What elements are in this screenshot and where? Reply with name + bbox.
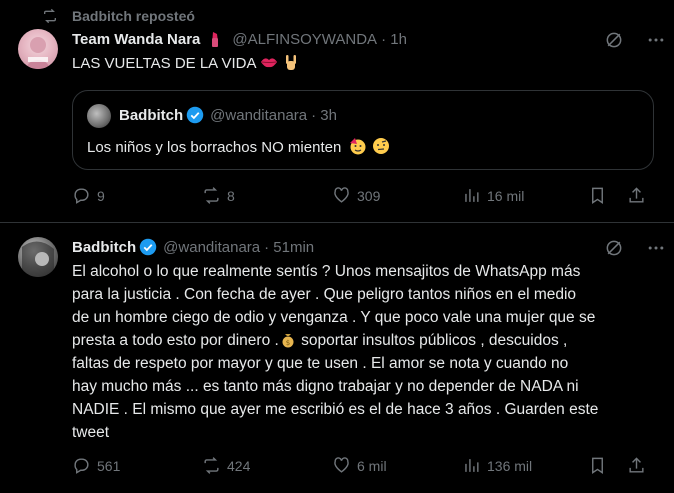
repost-button[interactable]: 424	[202, 456, 332, 475]
tweet-top-actions	[604, 30, 666, 50]
avatar-image	[26, 37, 50, 69]
svg-text:$: $	[286, 339, 290, 347]
tweet-line: hay mucho más ... es tanto más digno tra…	[72, 378, 579, 395]
like-button[interactable]: 309	[332, 186, 462, 205]
raised-eyebrow-emoji-icon	[372, 137, 390, 155]
quote-text: Los niños y los borrachos NO mienten	[87, 136, 390, 159]
tweet-line: tweet	[72, 424, 110, 441]
repost-count: 8	[227, 187, 235, 204]
reply-count: 9	[97, 187, 105, 204]
repost-label: Badbitch reposteó	[72, 8, 195, 24]
tweet-top-actions	[604, 238, 666, 258]
bookmark-icon[interactable]	[588, 456, 607, 475]
reply-button[interactable]: 561	[72, 456, 202, 475]
repost-icon	[44, 8, 56, 24]
lipstick-emoji-icon	[206, 30, 224, 48]
share-icon[interactable]	[627, 186, 646, 205]
views-icon	[465, 459, 479, 472]
views-count: 16 mil	[487, 187, 525, 204]
display-name[interactable]: Badbitch	[72, 239, 136, 256]
like-icon	[334, 187, 349, 203]
views-icon	[465, 189, 479, 202]
tweet-text-content: LAS VUELTAS DE LA VIDA	[72, 55, 256, 72]
display-name[interactable]: Team Wanda Nara	[72, 31, 200, 48]
tweet-line-part: presta a todo esto por dinero .	[72, 332, 279, 349]
reply-icon	[74, 458, 89, 474]
tweet-line: presta a todo esto por dinero . $ soporta…	[72, 329, 662, 352]
secondary-actions	[588, 456, 646, 475]
lips-emoji-icon	[260, 53, 278, 71]
tweet-line: NADIE . El mismo que ayer me escribió es…	[72, 401, 599, 418]
repost-button[interactable]: 8	[202, 186, 332, 205]
like-icon	[334, 457, 349, 473]
tweet-text: LAS VUELTAS DE LA VIDA	[72, 52, 300, 75]
tweet-line: El alcohol o lo que realmente sentís ? U…	[72, 263, 581, 280]
tweet-text: El alcohol o lo que realmente sentís ? U…	[72, 260, 662, 444]
quote-handle[interactable]: @wanditanara	[210, 107, 307, 124]
tweet-line-part: soportar insultos públicos , descuidos ,	[296, 332, 568, 349]
reply-icon	[74, 188, 89, 204]
repost-icon	[204, 457, 219, 474]
tweet-header: Team Wanda Nara @ALFINSOYWANDA · 1h	[72, 30, 407, 48]
secondary-actions	[588, 186, 646, 205]
tweet-actions: 9 8 309 16 mil	[72, 186, 656, 205]
avatar[interactable]	[18, 29, 58, 69]
quote-avatar[interactable]	[87, 104, 111, 128]
repost-indicator[interactable]: Badbitch reposteó	[42, 6, 195, 26]
like-count: 309	[357, 187, 381, 204]
verified-badge-icon	[186, 106, 204, 124]
like-count: 6 mil	[357, 457, 387, 474]
verified-badge-icon	[139, 238, 157, 256]
avatar-image	[22, 241, 54, 277]
quote-header: Badbitch @wanditanara · 3h	[119, 106, 337, 124]
share-icon[interactable]	[627, 456, 646, 475]
views-count: 136 mil	[487, 457, 533, 474]
reply-count: 561	[97, 457, 121, 474]
handle[interactable]: @wanditanara	[163, 239, 260, 256]
quote-timestamp[interactable]: · 3h	[311, 107, 337, 124]
more-icon[interactable]	[646, 30, 666, 50]
timestamp[interactable]: · 51min	[264, 239, 314, 256]
quote-text-content: Los niños y los borrachos NO mienten	[87, 139, 342, 156]
money-bag-emoji-icon: $	[279, 330, 297, 348]
grok-icon[interactable]	[604, 238, 624, 258]
views-button[interactable]: 16 mil	[462, 186, 588, 205]
handle[interactable]: @ALFINSOYWANDA	[232, 31, 377, 48]
party-face-emoji-icon	[349, 137, 367, 155]
grok-icon[interactable]	[604, 30, 624, 50]
quote-display-name[interactable]: Badbitch	[119, 107, 183, 124]
rock-hand-emoji-icon	[282, 53, 300, 71]
repost-count: 424	[227, 457, 251, 474]
bookmark-icon[interactable]	[588, 186, 607, 205]
tweet-line: faltas de respeto por mayor y que te use…	[72, 355, 569, 372]
repost-icon	[204, 187, 219, 204]
quoted-tweet[interactable]: Badbitch @wanditanara · 3h Los niños y l…	[72, 90, 654, 170]
more-icon[interactable]	[646, 238, 666, 258]
tweet-line: para la justicia . Con fecha de ayer . Q…	[72, 286, 577, 303]
avatar[interactable]	[18, 237, 58, 277]
tweet-divider	[0, 222, 674, 223]
views-button[interactable]: 136 mil	[462, 456, 588, 475]
tweet-header: Badbitch @wanditanara · 51min	[72, 238, 314, 256]
like-button[interactable]: 6 mil	[332, 456, 462, 475]
tweet-actions: 561 424 6 mil 136 mil	[72, 456, 656, 475]
timestamp[interactable]: · 1h	[381, 31, 407, 48]
tweet-line: de un hombre ciego de odio y venganza . …	[72, 309, 596, 326]
reply-button[interactable]: 9	[72, 186, 202, 205]
